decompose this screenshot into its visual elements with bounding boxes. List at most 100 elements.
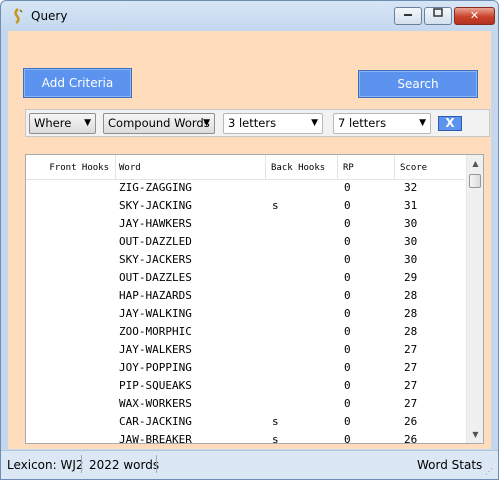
window-title: Query <box>31 9 68 23</box>
max-length-select[interactable]: 7 letters ▼ <box>333 113 431 134</box>
table-row[interactable]: ZIG-ZAGGING 0 32 <box>26 179 465 197</box>
max-length-value: 7 letters <box>338 116 387 130</box>
minimize-icon <box>404 14 412 16</box>
rp-cell: 0 <box>344 289 351 302</box>
word-cell: PIP-SQUEAKS <box>119 379 192 392</box>
word-cell: JAY-HAWKERS <box>119 217 192 230</box>
rp-cell: 0 <box>344 433 351 444</box>
criteria-type-value: Compound Words <box>108 116 210 130</box>
score-cell: 29 <box>404 271 418 284</box>
title-bar[interactable]: Query ✕ <box>1 1 498 31</box>
word-cell: ZOO-MORPHIC <box>119 325 192 338</box>
query-window: Query ✕ Add Criteria Search Where ▼ Comp… <box>0 0 499 480</box>
criteria-field-value: Where <box>34 116 72 130</box>
score-cell: 28 <box>404 307 418 320</box>
dropdown-arrow-icon: ▼ <box>203 118 210 128</box>
vertical-scrollbar[interactable]: ▲ ▼ <box>466 155 483 443</box>
rp-cell: 0 <box>344 415 351 428</box>
criteria-type-select[interactable]: Compound Words ▼ <box>103 113 215 134</box>
rp-cell: 0 <box>344 397 351 410</box>
score-cell: 27 <box>404 397 418 410</box>
rp-cell: 0 <box>344 235 351 248</box>
table-row[interactable]: PIP-SQUEAKS 0 27 <box>26 377 465 395</box>
word-cell: HAP-HAZARDS <box>119 289 192 302</box>
scroll-up-icon[interactable]: ▲ <box>467 155 483 172</box>
table-row[interactable]: JAY-HAWKERS 0 30 <box>26 215 465 233</box>
table-header: Front Hooks Word Back Hooks RP Score <box>26 155 465 180</box>
rp-cell: 0 <box>344 325 351 338</box>
status-divider <box>156 455 157 473</box>
table-row[interactable]: JOY-POPPING 0 27 <box>26 359 465 377</box>
table-row[interactable]: HAP-HAZARDS 0 28 <box>26 287 465 305</box>
header-rp[interactable]: RP <box>338 155 395 179</box>
rp-cell: 0 <box>344 199 351 212</box>
table-row[interactable]: SKY-JACKING s 0 31 <box>26 197 465 215</box>
rp-cell: 0 <box>344 361 351 374</box>
close-icon: ✕ <box>469 9 480 22</box>
word-cell: JOY-POPPING <box>119 361 192 374</box>
score-cell: 28 <box>404 325 418 338</box>
score-cell: 27 <box>404 361 418 374</box>
resize-grip-icon[interactable]: ⋰ <box>485 467 495 477</box>
word-count-status: 2022 words <box>89 458 160 472</box>
table-row[interactable]: SKY-JACKERS 0 30 <box>26 251 465 269</box>
table-row[interactable]: JAY-WALKERS 0 27 <box>26 341 465 359</box>
score-cell: 30 <box>404 217 418 230</box>
scroll-down-icon[interactable]: ▼ <box>467 426 483 443</box>
results-table: Front Hooks Word Back Hooks RP Score ZIG… <box>25 154 484 444</box>
search-button[interactable]: Search <box>358 70 478 98</box>
query-panel: Add Criteria Search Where ▼ Compound Wor… <box>8 31 491 449</box>
table-row[interactable]: JAY-WALKING 0 28 <box>26 305 465 323</box>
word-cell: JAW-BREAKER <box>119 433 192 444</box>
score-cell: 26 <box>404 433 418 444</box>
table-row[interactable]: WAX-WORKERS 0 27 <box>26 395 465 413</box>
dropdown-arrow-icon: ▼ <box>84 118 91 128</box>
table-row[interactable]: OUT-DAZZLES 0 29 <box>26 269 465 287</box>
maximize-icon <box>433 8 443 17</box>
header-back-hooks[interactable]: Back Hooks <box>266 155 338 179</box>
scroll-thumb[interactable] <box>469 174 481 188</box>
score-cell: 27 <box>404 343 418 356</box>
rp-cell: 0 <box>344 343 351 356</box>
status-bar: Lexicon: WJ2 2022 words Word Stats ⋰ <box>1 450 498 479</box>
status-divider <box>81 455 82 473</box>
score-cell: 32 <box>404 181 418 194</box>
remove-criteria-button[interactable]: X <box>438 116 462 131</box>
criteria-field-select[interactable]: Where ▼ <box>29 113 96 134</box>
score-cell: 30 <box>404 253 418 266</box>
score-cell: 26 <box>404 415 418 428</box>
rp-cell: 0 <box>344 253 351 266</box>
word-cell: JAY-WALKERS <box>119 343 192 356</box>
word-cell: SKY-JACKING <box>119 199 192 212</box>
min-length-value: 3 letters <box>228 116 277 130</box>
word-stats-link[interactable]: Word Stats <box>417 458 482 472</box>
app-icon <box>11 7 25 25</box>
word-cell: CAR-JACKING <box>119 415 192 428</box>
word-cell: OUT-DAZZLES <box>119 271 192 284</box>
rp-cell: 0 <box>344 217 351 230</box>
rp-cell: 0 <box>344 271 351 284</box>
word-cell: ZIG-ZAGGING <box>119 181 192 194</box>
table-row[interactable]: OUT-DAZZLED 0 30 <box>26 233 465 251</box>
table-body: ZIG-ZAGGING 0 32 SKY-JACKING s 0 31 JAY-HAWKE… <box>26 179 465 444</box>
header-front-hooks[interactable]: Front Hooks <box>26 155 116 179</box>
min-length-select[interactable]: 3 letters ▼ <box>223 113 323 134</box>
back-hooks-cell: s <box>272 433 279 444</box>
add-criteria-button[interactable]: Add Criteria <box>23 68 132 98</box>
table-row[interactable]: JAW-BREAKER s 0 26 <box>26 431 465 444</box>
table-row[interactable]: ZOO-MORPHIC 0 28 <box>26 323 465 341</box>
close-button[interactable]: ✕ <box>454 7 495 25</box>
score-cell: 30 <box>404 235 418 248</box>
lexicon-status: Lexicon: WJ2 <box>7 458 84 472</box>
minimize-button[interactable] <box>394 7 422 25</box>
header-word[interactable]: Word <box>116 155 266 179</box>
word-cell: WAX-WORKERS <box>119 397 192 410</box>
word-cell: JAY-WALKING <box>119 307 192 320</box>
word-cell: SKY-JACKERS <box>119 253 192 266</box>
maximize-button[interactable] <box>424 7 452 25</box>
word-cell: OUT-DAZZLED <box>119 235 192 248</box>
header-score[interactable]: Score <box>395 155 465 179</box>
score-cell: 28 <box>404 289 418 302</box>
rp-cell: 0 <box>344 307 351 320</box>
table-row[interactable]: CAR-JACKING s 0 26 <box>26 413 465 431</box>
